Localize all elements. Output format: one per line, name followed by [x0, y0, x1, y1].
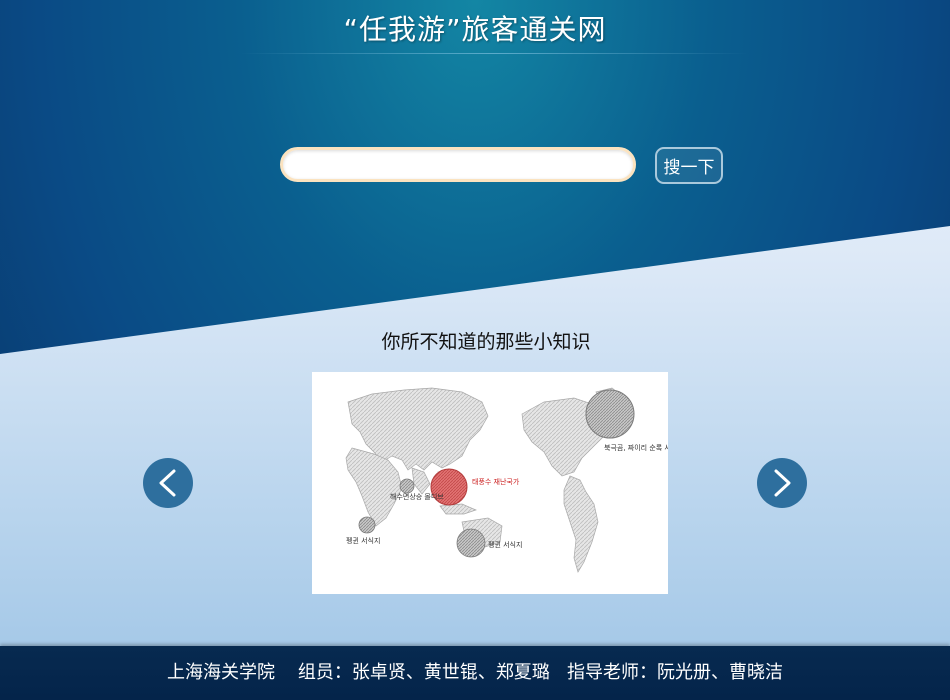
map-label-north: 북극곰, 짜이리 순록 서식지 [604, 443, 668, 452]
southwest-marker [358, 516, 376, 534]
section-heading: 你所不知道的那些小知识 [381, 331, 591, 353]
map-label-coral: 해수면상승 몰디브 [390, 492, 444, 501]
carousel-image-world-map: 태풍수 재난국가 북극곰, 짜이리 순록 서식지 해수면상승 몰디브 펭귄 서식… [312, 372, 668, 594]
title-divider [240, 53, 748, 54]
footer-school: 上海海关学院 [166, 662, 275, 683]
southeast-marker [456, 528, 486, 558]
chevron-left-icon [159, 469, 176, 497]
footer-advisors: 指导老师：阮光册、曹晓洁 [567, 662, 784, 683]
map-label-south-east: 펭귄 서식지 [488, 540, 522, 549]
map-label-south-west: 펭귄 서식지 [346, 536, 380, 545]
search-input[interactable] [280, 147, 636, 182]
chevron-right-icon [774, 469, 791, 497]
carousel-prev-button[interactable] [143, 458, 193, 508]
arctic-marker [585, 389, 635, 439]
search-button[interactable]: 搜一下 [655, 147, 723, 184]
carousel-next-button[interactable] [757, 458, 807, 508]
site-title: “任我游”旅客通关网 [343, 13, 607, 46]
maldives-marker [399, 478, 415, 494]
footer: 上海海关学院 组员：张卓贤、黄世锟、郑夏璐 指导老师：阮光册、曹晓洁 [0, 646, 950, 700]
footer-members: 组员：张卓贤、黄世锟、郑夏璐 [297, 662, 550, 683]
map-label-highlight: 태풍수 재난국가 [472, 477, 520, 486]
